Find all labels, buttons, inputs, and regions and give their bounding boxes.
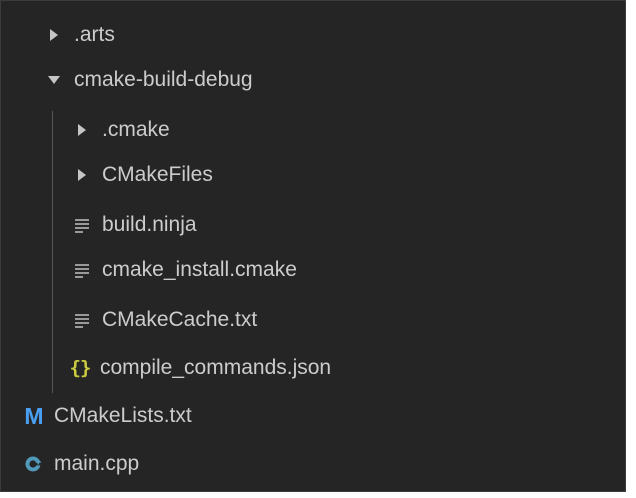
tree-item-cmake-build-debug[interactable]: cmake-build-debug [1,58,625,102]
tree-item-compile-commands[interactable]: {} compile_commands.json [1,346,625,390]
tree-item-label: CMakeCache.txt [102,308,258,331]
chevron-right-icon [43,24,65,46]
tree-item-label: CMakeFiles [102,163,213,186]
tree-item-label: cmake_install.cmake [102,258,297,281]
lines-file-icon [71,214,93,236]
file-explorer: .arts cmake-build-debug .cmake CMakeFile… [0,0,636,498]
tree-item-build-ninja[interactable]: build.ninja [1,203,625,247]
tree-item-cmake[interactable]: .cmake [1,108,625,152]
lines-file-icon [71,309,93,331]
lines-file-icon [71,259,93,281]
tree-item-label: main.cpp [54,452,140,475]
tree-item-cmakelists[interactable]: M CMakeLists.txt [1,394,625,438]
tree-item-label: cmake-build-debug [74,68,253,91]
chevron-down-icon [43,69,65,91]
tree-item-cmakefiles[interactable]: CMakeFiles [1,153,625,197]
tree-item-label: .cmake [102,118,170,141]
tree-item-cmakecache[interactable]: CMakeCache.txt [1,298,625,342]
cpp-file-icon [23,453,45,475]
chevron-right-icon [71,119,93,141]
tree-item-arts[interactable]: .arts [1,13,625,57]
cmake-m-icon: M [24,402,44,429]
tree-item-label: .arts [74,23,115,46]
tree-item-label: build.ninja [102,213,197,236]
tree-item-label: compile_commands.json [100,356,332,379]
json-braces-icon: {} [69,357,92,379]
tree-item-main-cpp[interactable]: main.cpp [1,442,625,486]
tree-item-cmake-install[interactable]: cmake_install.cmake [1,248,625,292]
explorer-tree-panel: .arts cmake-build-debug .cmake CMakeFile… [0,0,626,492]
chevron-right-icon [71,164,93,186]
tree-item-label: CMakeLists.txt [54,404,192,427]
